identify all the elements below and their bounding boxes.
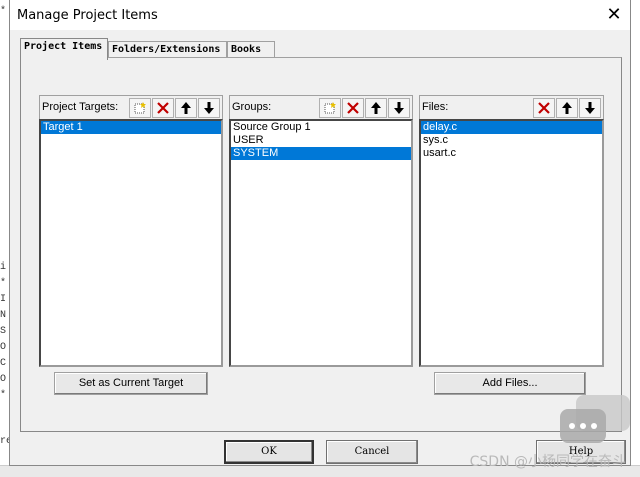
move-up-icon	[562, 102, 572, 114]
list-item[interactable]: Source Group 1	[231, 121, 411, 134]
groups-list[interactable]: Source Group 1 USER SYSTEM	[229, 119, 413, 367]
project-targets-group: Project Targets: Target 1	[39, 95, 223, 367]
project-targets-list[interactable]: Target 1	[39, 119, 223, 367]
files-list[interactable]: delay.c sys.c usart.c	[419, 119, 604, 367]
project-targets-label: Project Targets:	[42, 101, 119, 113]
groups-toolbar	[318, 98, 410, 118]
tab-project-items[interactable]: Project Items	[20, 38, 108, 60]
new-item-icon	[324, 102, 336, 114]
list-item[interactable]: USER	[231, 134, 411, 147]
chat-bubble-icon	[560, 395, 630, 443]
bg-char: O	[0, 342, 7, 353]
new-group-button[interactable]	[319, 98, 341, 118]
cancel-button[interactable]: Cancel	[326, 440, 418, 464]
groups-label: Groups:	[232, 101, 272, 113]
watermark-text: CSDN @小杨同学在奋斗	[469, 454, 626, 470]
groups-header: Groups:	[229, 95, 413, 119]
files-header: Files:	[419, 95, 604, 119]
move-up-icon	[371, 102, 381, 114]
title-bar: Manage Project Items ✕	[10, 0, 630, 31]
delete-group-button[interactable]	[342, 98, 364, 118]
list-item[interactable]: usart.c	[421, 147, 602, 160]
move-file-down-button[interactable]	[579, 98, 601, 118]
move-down-icon	[204, 102, 214, 114]
delete-file-button[interactable]	[533, 98, 555, 118]
project-targets-toolbar	[128, 98, 220, 118]
move-target-down-button[interactable]	[198, 98, 220, 118]
bg-char: *	[0, 278, 7, 289]
close-icon[interactable]: ✕	[604, 5, 624, 25]
manage-project-items-dialog: Manage Project Items ✕ Project Items Fol…	[9, 0, 631, 466]
bg-char: *	[0, 390, 7, 401]
files-group: Files: delay.c sys.c usart.c	[419, 95, 604, 367]
move-down-icon	[585, 102, 595, 114]
list-item[interactable]: sys.c	[421, 134, 602, 147]
list-item[interactable]: delay.c	[421, 121, 602, 134]
project-targets-header: Project Targets:	[39, 95, 223, 119]
delete-icon	[347, 102, 359, 114]
move-target-up-button[interactable]	[175, 98, 197, 118]
delete-target-button[interactable]	[152, 98, 174, 118]
groups-group: Groups: Source Group 1 USER SYSTEM	[229, 95, 413, 367]
new-item-icon	[134, 102, 146, 114]
bg-char: N	[0, 310, 7, 321]
new-target-button[interactable]	[129, 98, 151, 118]
bg-char: *	[0, 6, 7, 17]
add-files-button[interactable]: Add Files...	[434, 372, 586, 395]
move-group-down-button[interactable]	[388, 98, 410, 118]
bg-char: C	[0, 358, 7, 369]
files-toolbar	[532, 98, 601, 118]
window-title: Manage Project Items	[17, 8, 158, 23]
move-down-icon	[394, 102, 404, 114]
ok-button[interactable]: OK	[224, 440, 314, 464]
list-item[interactable]: SYSTEM	[231, 147, 411, 160]
bg-char: S	[0, 326, 7, 337]
move-file-up-button[interactable]	[556, 98, 578, 118]
delete-icon	[157, 102, 169, 114]
background-right-strip	[631, 0, 640, 477]
files-label: Files:	[422, 101, 449, 113]
bg-char: i	[0, 262, 7, 273]
set-as-current-target-button[interactable]: Set as Current Target	[54, 372, 208, 395]
move-up-icon	[181, 102, 191, 114]
project-items-panel: Project Targets: Target 1 Groups: Source…	[20, 57, 622, 432]
bg-char: O	[0, 374, 7, 385]
bg-char: I	[0, 294, 7, 305]
delete-icon	[538, 102, 550, 114]
list-item[interactable]: Target 1	[41, 121, 221, 134]
move-group-up-button[interactable]	[365, 98, 387, 118]
